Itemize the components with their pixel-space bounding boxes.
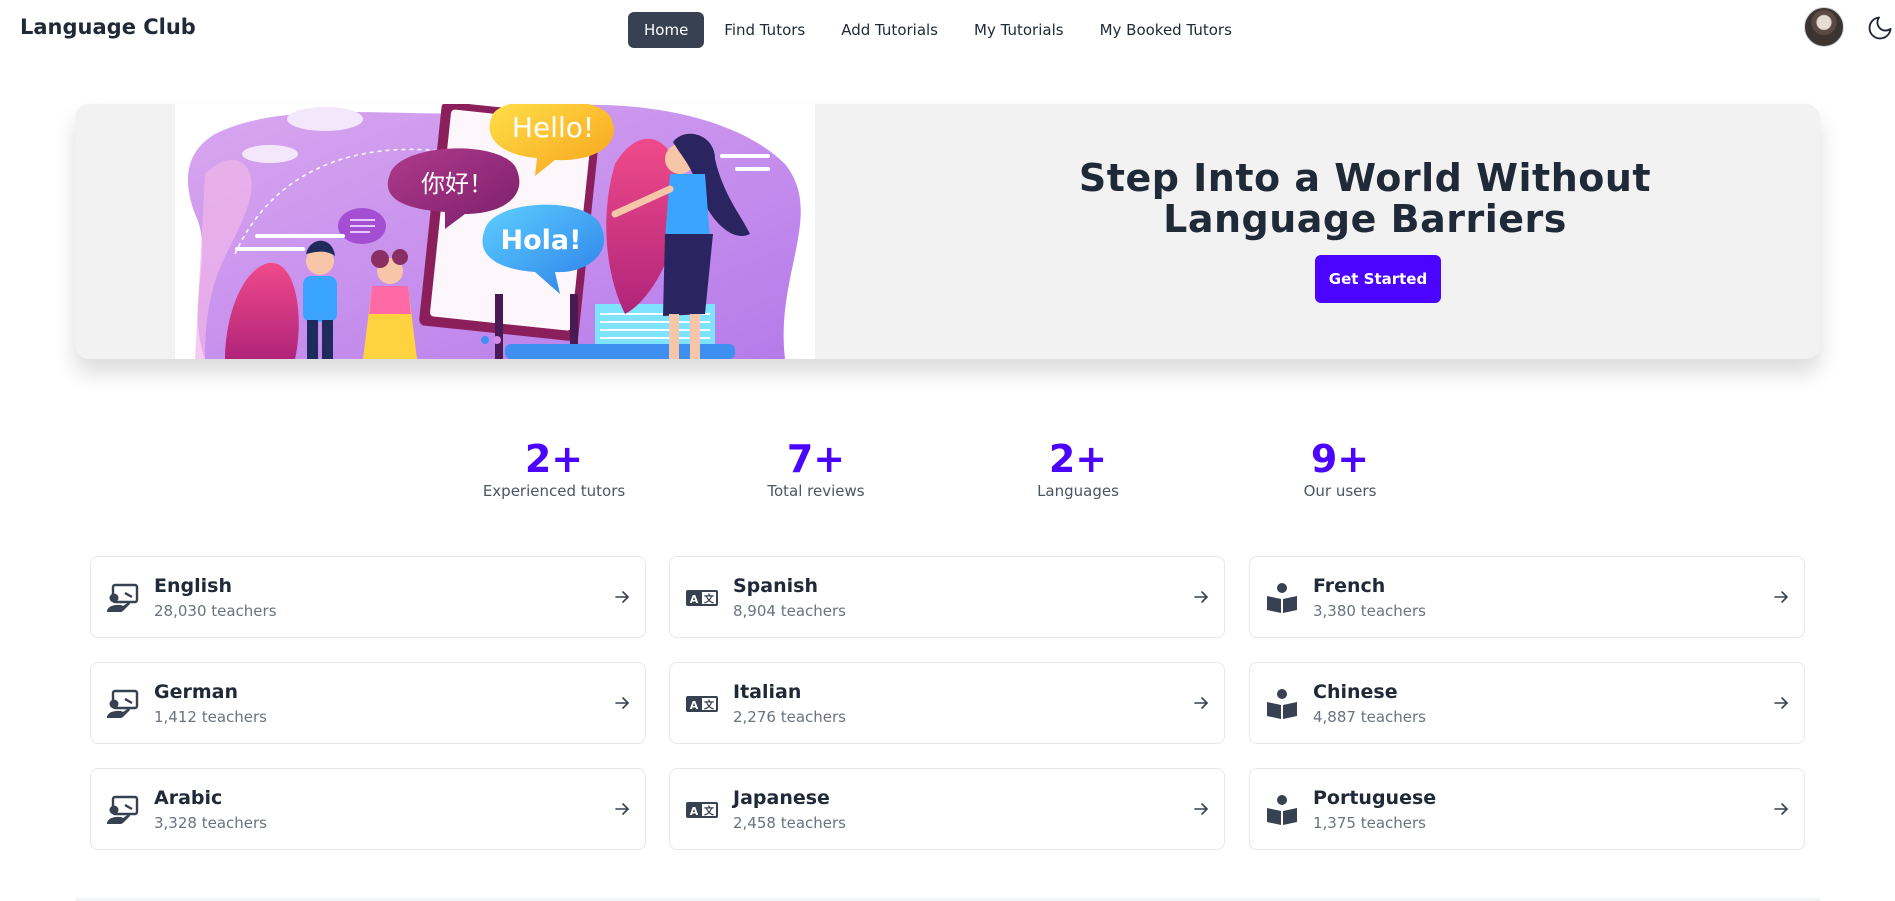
language-card-spanish[interactable]: A文 Spanish 8,904 teachers <box>669 556 1225 638</box>
arrow-right-icon <box>1773 589 1789 605</box>
arrow-right-icon <box>614 801 630 817</box>
teacher-board-icon <box>107 583 139 613</box>
hola-bubble-text: Hola! <box>501 225 582 256</box>
stat-label: Experienced tutors <box>482 482 626 500</box>
language-card-german[interactable]: German 1,412 teachers <box>90 662 646 744</box>
teacher-count: 28,030 teachers <box>154 602 277 620</box>
reader-book-icon <box>1266 795 1298 825</box>
teacher-board-icon <box>107 795 139 825</box>
reader-book-icon <box>1266 583 1298 613</box>
arrow-right-icon <box>1193 695 1209 711</box>
brand-logo[interactable]: Language Club <box>20 15 196 39</box>
stat-value: 7+ <box>786 437 846 481</box>
translate-icon: A文 <box>686 689 718 719</box>
nav-home[interactable]: Home <box>628 12 705 48</box>
language-card-portuguese[interactable]: Portuguese 1,375 teachers <box>1249 768 1805 850</box>
svg-text:A: A <box>690 805 699 818</box>
language-name: English <box>154 575 232 597</box>
svg-text:文: 文 <box>704 805 715 818</box>
teacher-count: 3,380 teachers <box>1313 602 1426 620</box>
arrow-right-icon <box>1773 801 1789 817</box>
nav-my-booked-tutors[interactable]: My Booked Tutors <box>1084 12 1248 48</box>
svg-text:文: 文 <box>704 699 715 712</box>
teacher-count: 1,375 teachers <box>1313 814 1426 832</box>
stat-languages: 2+ Languages <box>978 437 1178 500</box>
stat-label: Our users <box>1303 482 1377 500</box>
stat-label: Languages <box>1037 482 1119 500</box>
translate-icon: A文 <box>686 795 718 825</box>
nav-find-tutors[interactable]: Find Tutors <box>708 12 821 48</box>
language-name: German <box>154 681 238 703</box>
teacher-count: 3,328 teachers <box>154 814 267 832</box>
reader-book-icon <box>1266 689 1298 719</box>
svg-text:A: A <box>690 593 699 606</box>
arrow-right-icon <box>1193 801 1209 817</box>
nihao-bubble-text: 你好！ <box>421 170 493 198</box>
teacher-board-icon <box>107 689 139 719</box>
language-card-italian[interactable]: A文 Italian 2,276 teachers <box>669 662 1225 744</box>
get-started-button[interactable]: Get Started <box>1315 255 1441 303</box>
translate-icon: A文 <box>686 583 718 613</box>
language-card-english[interactable]: English 28,030 teachers <box>90 556 646 638</box>
stat-value: 2+ <box>1048 437 1108 481</box>
arrow-right-icon <box>614 589 630 605</box>
arrow-right-icon <box>1773 695 1789 711</box>
language-card-chinese[interactable]: Chinese 4,887 teachers <box>1249 662 1805 744</box>
hero-title: Step Into a World Without Language Barri… <box>1078 156 1652 241</box>
svg-text:A: A <box>690 699 699 712</box>
teacher-count: 2,276 teachers <box>733 708 846 726</box>
stat-total-reviews: 7+ Total reviews <box>716 437 916 500</box>
navbar: Language Club Home Find Tutors Add Tutor… <box>0 0 1895 58</box>
language-card-french[interactable]: French 3,380 teachers <box>1249 556 1805 638</box>
teacher-count: 4,887 teachers <box>1313 708 1426 726</box>
teacher-count: 2,458 teachers <box>733 814 846 832</box>
nav-links: Home Find Tutors Add Tutorials My Tutori… <box>628 12 1248 48</box>
language-name: Japanese <box>733 787 830 809</box>
hello-bubble-text: Hello! <box>512 111 594 144</box>
stat-our-users: 9+ Our users <box>1240 437 1440 500</box>
arrow-right-icon <box>1193 589 1209 605</box>
language-name: Portuguese <box>1313 787 1437 809</box>
stat-experienced-tutors: 2+ Experienced tutors <box>454 437 654 500</box>
nav-add-tutorials[interactable]: Add Tutorials <box>825 12 954 48</box>
language-name: Italian <box>733 681 802 703</box>
stat-value: 2+ <box>524 437 584 481</box>
user-avatar[interactable] <box>1804 7 1844 47</box>
teacher-count: 1,412 teachers <box>154 708 267 726</box>
svg-text:文: 文 <box>704 593 715 606</box>
language-name: Chinese <box>1313 681 1398 703</box>
teacher-count: 8,904 teachers <box>733 602 846 620</box>
stat-label: Total reviews <box>767 482 865 500</box>
language-name: Arabic <box>154 787 223 809</box>
moon-icon[interactable] <box>1866 14 1894 42</box>
language-name: Spanish <box>733 575 818 597</box>
hero-illustration: Hello! 你好！ Hola! <box>175 104 815 359</box>
arrow-right-icon <box>614 695 630 711</box>
hero-banner: Hello! 你好！ Hola! Step Into a World Witho… <box>75 104 1820 359</box>
language-card-japanese[interactable]: A文 Japanese 2,458 teachers <box>669 768 1225 850</box>
stat-value: 9+ <box>1310 437 1370 481</box>
language-card-arabic[interactable]: Arabic 3,328 teachers <box>90 768 646 850</box>
nav-my-tutorials[interactable]: My Tutorials <box>958 12 1080 48</box>
language-name: French <box>1313 575 1386 597</box>
